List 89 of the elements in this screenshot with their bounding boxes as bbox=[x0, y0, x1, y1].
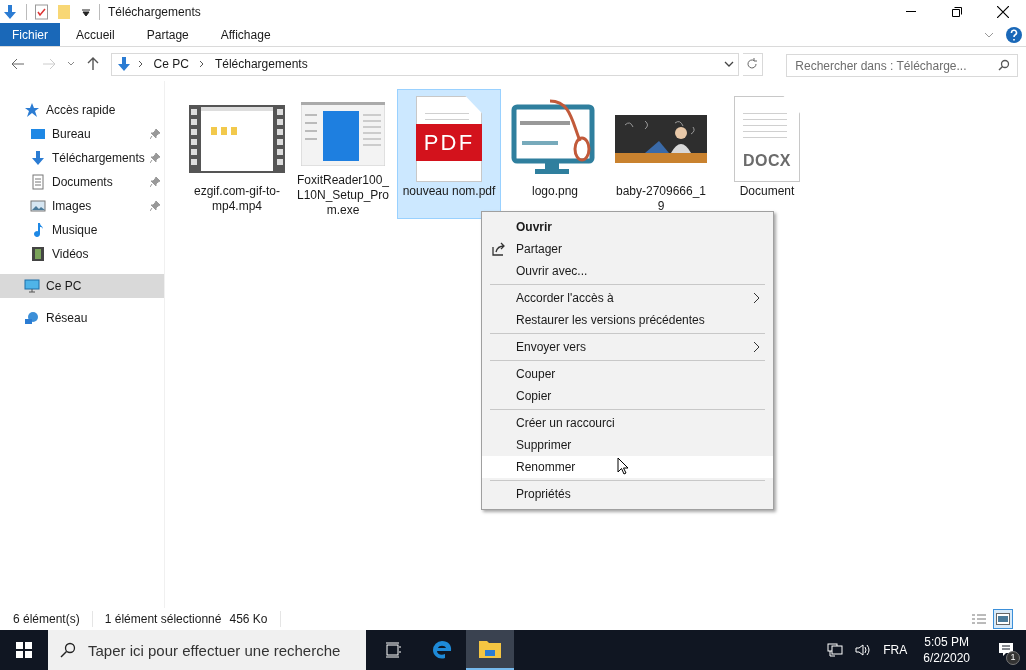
file-item[interactable]: ezgif.com-gif-to-mp4.mp4 bbox=[185, 89, 289, 219]
properties-checklist-icon[interactable] bbox=[35, 3, 49, 20]
menu-item[interactable]: Supprimer bbox=[482, 434, 773, 456]
input-language[interactable]: FRA bbox=[883, 641, 908, 659]
address-field[interactable]: Ce PC Téléchargements bbox=[110, 52, 739, 76]
notification-count: 1 bbox=[1006, 651, 1020, 665]
search-icon bbox=[60, 642, 76, 658]
download-arrow-icon bbox=[115, 56, 132, 72]
file-name: ezgif.com-gif-to-mp4.mp4 bbox=[193, 184, 281, 214]
search-icon bbox=[998, 58, 1010, 71]
mouse-cursor-icon bbox=[617, 457, 629, 475]
caret-icon[interactable] bbox=[81, 6, 91, 17]
navigation-item[interactable]: Musique bbox=[0, 218, 164, 242]
menu-item[interactable]: Couper bbox=[482, 363, 773, 385]
menu-item[interactable]: Envoyer vers bbox=[482, 336, 773, 358]
navigation-item[interactable]: Accès rapide bbox=[0, 98, 164, 122]
menu-item[interactable]: Créer un raccourci bbox=[482, 412, 773, 434]
windows-logo-icon bbox=[16, 642, 32, 658]
navigation-item[interactable]: Documents bbox=[0, 170, 164, 194]
menu-item[interactable]: Restaurer les versions précédentes bbox=[482, 309, 773, 331]
refresh-icon bbox=[746, 58, 759, 70]
menu-item[interactable]: Copier bbox=[482, 385, 773, 407]
chevron-icon[interactable] bbox=[198, 60, 205, 68]
network-icon[interactable] bbox=[827, 642, 844, 658]
file-name: logo.png bbox=[530, 184, 579, 199]
file-item[interactable]: DOCX Document bbox=[715, 89, 819, 219]
clock[interactable]: 5:05 PM 6/2/2020 bbox=[923, 634, 970, 666]
star-icon bbox=[24, 102, 40, 118]
document-icon bbox=[30, 174, 46, 190]
search-field[interactable]: Rechercher dans : Télécharge... bbox=[786, 54, 1018, 77]
file-item[interactable]: logo.png bbox=[503, 89, 607, 219]
chevron-icon[interactable] bbox=[137, 60, 144, 68]
ribbon-tab[interactable]: Affichage bbox=[204, 23, 287, 46]
file-item[interactable]: PDF nouveau nom.pdf bbox=[397, 89, 501, 219]
file-item[interactable]: baby-2709666_19 bbox=[609, 89, 713, 219]
desktop-icon bbox=[30, 126, 46, 142]
close-icon bbox=[997, 5, 1009, 18]
back-arrow-icon bbox=[10, 58, 25, 70]
task-view-icon bbox=[386, 642, 402, 658]
window-title: Téléchargements bbox=[108, 3, 201, 21]
list-icon bbox=[971, 613, 987, 625]
navigation-item[interactable]: Ce PC bbox=[0, 274, 164, 298]
refresh-button[interactable] bbox=[742, 52, 763, 76]
breadcrumb[interactable]: Téléchargements bbox=[210, 55, 312, 73]
download-arrow-icon bbox=[2, 3, 18, 20]
pdf-file-icon: PDF bbox=[416, 96, 482, 182]
taskbar-search-field[interactable]: Taper ici pour effectuer une recherche bbox=[48, 630, 366, 670]
ribbon-tab[interactable]: Fichier bbox=[0, 23, 60, 46]
file-name: Document bbox=[738, 184, 796, 199]
large-icons-view-button[interactable] bbox=[993, 609, 1013, 629]
docx-file-icon: DOCX bbox=[734, 96, 800, 182]
menu-item[interactable]: Propriétés bbox=[482, 483, 773, 505]
menu-item[interactable]: Renommer bbox=[482, 456, 773, 478]
menu-item[interactable]: Accorder l'accès à bbox=[482, 287, 773, 309]
ribbon-tab[interactable]: Partage bbox=[130, 23, 205, 46]
file-name: baby-2709666_19 bbox=[614, 184, 708, 214]
film-icon bbox=[30, 246, 46, 262]
navigation-item[interactable]: Vidéos bbox=[0, 242, 164, 266]
forward-arrow-icon bbox=[42, 58, 57, 70]
selection-size: 456 Ko bbox=[229, 611, 268, 628]
menu-item[interactable]: Ouvrir bbox=[482, 216, 773, 238]
chevron-down-icon bbox=[67, 60, 76, 68]
file-item[interactable]: FoxitReader100_L10N_Setup_Prom.exe bbox=[291, 89, 395, 219]
download-arrow-icon bbox=[30, 150, 46, 166]
restore-icon bbox=[952, 6, 962, 17]
navigation-item[interactable]: Images bbox=[0, 194, 164, 218]
up-arrow-icon bbox=[86, 57, 99, 71]
speaker-icon[interactable] bbox=[855, 642, 872, 658]
file-explorer-button[interactable] bbox=[466, 630, 514, 670]
navigation-item[interactable]: Bureau bbox=[0, 122, 164, 146]
file-name: FoxitReader100_L10N_Setup_Prom.exe bbox=[295, 173, 391, 218]
selection-info: 1 élément sélectionné bbox=[104, 611, 222, 628]
menu-item[interactable]: Ouvrir avec... bbox=[482, 260, 773, 282]
menu-item[interactable]: Partager bbox=[482, 238, 773, 260]
dropdown-icon[interactable] bbox=[723, 59, 734, 69]
navigation-item[interactable]: Réseau bbox=[0, 306, 164, 330]
file-name: nouveau nom.pdf bbox=[401, 184, 497, 199]
item-count: 6 élément(s) bbox=[13, 611, 80, 628]
minimize-icon bbox=[906, 11, 916, 12]
help-icon[interactable] bbox=[1006, 26, 1022, 43]
image-icon bbox=[996, 613, 1010, 625]
notification-icon[interactable] bbox=[998, 642, 1014, 658]
computer-icon bbox=[24, 278, 40, 294]
image-icon bbox=[30, 198, 46, 214]
network-icon bbox=[24, 310, 40, 326]
navigation-item[interactable]: Téléchargements bbox=[0, 146, 164, 170]
ribbon-tab[interactable]: Accueil bbox=[60, 23, 131, 46]
folder-icon bbox=[478, 639, 502, 659]
breadcrumb[interactable]: Ce PC bbox=[149, 55, 193, 73]
